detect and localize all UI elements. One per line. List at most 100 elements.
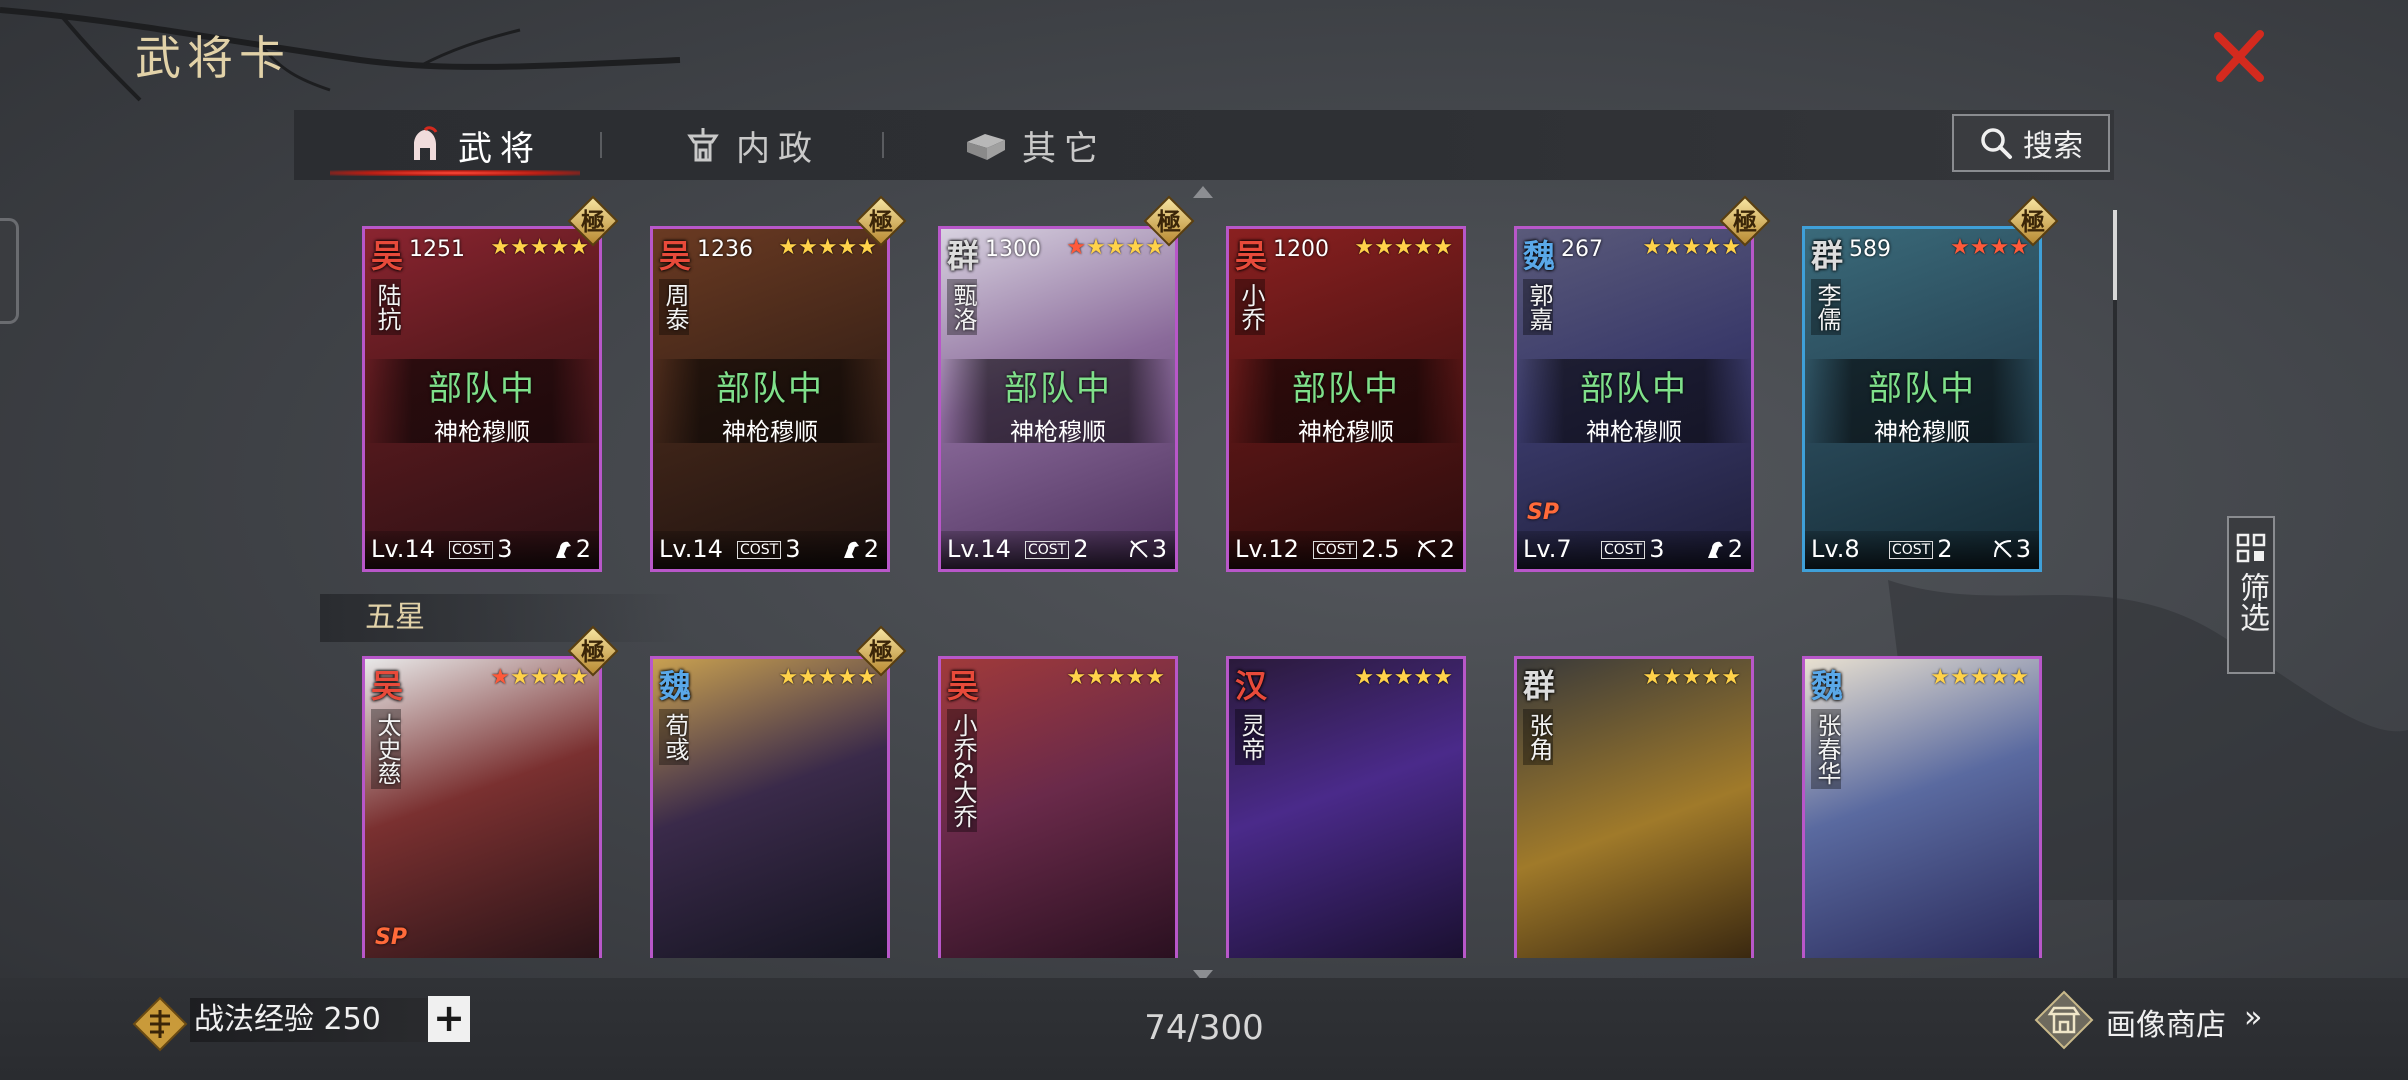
tab-internal-affairs[interactable]: 内政 [684, 110, 820, 180]
card-footer: Lv.14 COST 3 2 [365, 531, 599, 569]
faction-label: 群 [947, 237, 980, 275]
status-label: 部队中 [716, 369, 824, 409]
attack-range: 3 [1992, 535, 2031, 563]
horse-icon [843, 541, 859, 558]
bow-icon [1993, 540, 2012, 558]
tab-other[interactable]: 其它 [964, 110, 1106, 180]
power-value: 1251 [409, 237, 465, 262]
in-squad-overlay: 部队中 神枪穆顺 [365, 359, 599, 446]
sp-tag: SP [375, 925, 407, 950]
tab-internal-affairs-label: 内政 [736, 128, 820, 169]
general-card[interactable]: 魏 267 ★★★★★ 郭嘉 部队中 神枪穆顺 SP Lv.7 COST 3 2 [1514, 226, 1754, 572]
attack-range: 2 [552, 535, 591, 563]
tab-divider [882, 132, 884, 158]
general-card[interactable]: 群 1300 ★★★★★ 甄洛 部队中 神枪穆顺 Lv.14 COST 2 3 [938, 226, 1178, 572]
faction-label: 吴 [371, 667, 404, 705]
cost-value: COST 3 [737, 535, 801, 563]
general-name: 周泰 [659, 279, 689, 335]
star-rating: ★★★★★ [1642, 665, 1741, 690]
search-button[interactable]: 搜索 [1952, 114, 2110, 172]
cost-value: COST 2.5 [1313, 535, 1399, 563]
cost-label: COST [1889, 541, 1934, 559]
faction-label: 吴 [371, 237, 404, 275]
card-footer: Lv.14 COST 3 2 [653, 531, 887, 569]
general-card[interactable]: 吴 1251 ★★★★★ 陆抗 部队中 神枪穆顺 Lv.14 COST 3 2 [362, 226, 602, 572]
star-rating: ★★★★★ [1354, 665, 1453, 690]
tab-generals-label: 武将 [458, 128, 542, 169]
sp-tag: SP [1527, 500, 1559, 525]
level-value: Lv.14 [947, 535, 1011, 563]
search-label: 搜索 [2023, 129, 2083, 164]
cost-label: COST [1601, 541, 1646, 559]
extreme-badge-icon: 極 [567, 195, 619, 247]
cost-label: COST [1313, 541, 1358, 559]
horse-icon [555, 541, 571, 558]
general-name: 郭嘉 [1523, 279, 1553, 335]
filter-button[interactable]: 筛选 [2227, 516, 2275, 674]
bow-icon [1129, 540, 1148, 558]
scrollbar-track[interactable] [2113, 210, 2117, 980]
general-card[interactable]: 吴 ★★★★★ 太史慈 SP [362, 656, 602, 958]
faction-label: 魏 [1811, 667, 1844, 705]
level-value: Lv.8 [1811, 535, 1860, 563]
general-card[interactable]: 魏 ★★★★★ 张春华 [1802, 656, 2042, 958]
bow-icon [1417, 540, 1436, 558]
star-rating: ★★★★★ [1930, 665, 2029, 690]
squad-name: 神枪穆顺 [1298, 418, 1394, 446]
tactic-exp-icon [132, 996, 188, 1052]
faction-label: 吴 [947, 667, 980, 705]
portrait-shop-link[interactable]: 画像商店 [2106, 1000, 2226, 1044]
general-card[interactable]: 魏 ★★★★★ 荀彧 [650, 656, 890, 958]
squad-name: 神枪穆顺 [434, 418, 530, 446]
squad-name: 神枪穆顺 [1874, 418, 1970, 446]
horse-icon [1707, 541, 1723, 558]
add-exp-button[interactable]: + [428, 996, 470, 1042]
faction-label: 汉 [1235, 667, 1268, 705]
close-icon[interactable] [2212, 28, 2268, 84]
faction-label: 吴 [659, 237, 692, 275]
general-card[interactable]: 吴 1200 ★★★★★ 小乔 部队中 神枪穆顺 Lv.12 COST 2.5 2 [1226, 226, 1466, 572]
card-footer: Lv.14 COST 2 3 [941, 531, 1175, 569]
in-squad-overlay: 部队中 神枪穆顺 [1229, 359, 1463, 446]
general-card[interactable]: 吴 1236 ★★★★★ 周泰 部队中 神枪穆顺 Lv.14 COST 3 2 [650, 226, 890, 572]
page-title: 武将卡 [135, 31, 291, 85]
general-name: 小乔 [1235, 279, 1265, 335]
level-value: Lv.14 [371, 535, 435, 563]
cost-label: COST [1025, 541, 1070, 559]
general-card[interactable]: 群 589 ★★★★ 李儒 部队中 神枪穆顺 Lv.8 COST 2 3 [1802, 226, 2042, 572]
extreme-badge-icon: 極 [1143, 195, 1195, 247]
card-count: 74/300 [1144, 1008, 1264, 1048]
shop-icon[interactable] [2034, 990, 2094, 1050]
extreme-badge-icon: 極 [855, 195, 907, 247]
general-name: 陆抗 [371, 279, 401, 335]
side-handle[interactable] [0, 218, 19, 324]
faction-label: 群 [1523, 667, 1556, 705]
attack-range: 2 [1704, 535, 1743, 563]
branch-decoration [0, 7, 681, 102]
tactic-exp-value: 战法经验 250 [190, 998, 432, 1042]
general-card[interactable]: 群 ★★★★★ 张角 [1514, 656, 1754, 958]
level-value: Lv.14 [659, 535, 723, 563]
status-label: 部队中 [1580, 369, 1688, 409]
general-name: 张春华 [1811, 709, 1841, 789]
scrollbar-thumb[interactable] [2113, 210, 2117, 300]
card-footer: Lv.8 COST 2 3 [1805, 531, 2039, 569]
double-chevron-right-icon[interactable]: » [2244, 1000, 2262, 1035]
status-label: 部队中 [1868, 369, 1976, 409]
extreme-badge-icon: 極 [855, 625, 907, 677]
general-name: 张角 [1523, 709, 1553, 765]
chest-icon [967, 134, 1005, 160]
attack-range: 2 [840, 535, 879, 563]
general-card[interactable]: 汉 ★★★★★ 灵帝 [1226, 656, 1466, 958]
status-label: 部队中 [1004, 369, 1112, 409]
star-rating: ★★★★★ [1066, 665, 1165, 690]
scroll-up-arrow-icon [1193, 186, 1213, 198]
general-card[interactable]: 吴 ★★★★★ 小乔&大乔 [938, 656, 1178, 958]
filter-label: 筛选 [2234, 572, 2269, 632]
tower-icon [687, 128, 719, 162]
extreme-badge-icon: 極 [2007, 195, 2059, 247]
attack-range: 3 [1128, 535, 1167, 563]
general-name: 小乔&大乔 [947, 709, 977, 832]
in-squad-overlay: 部队中 神枪穆顺 [941, 359, 1175, 446]
extreme-badge-icon: 極 [1719, 195, 1771, 247]
